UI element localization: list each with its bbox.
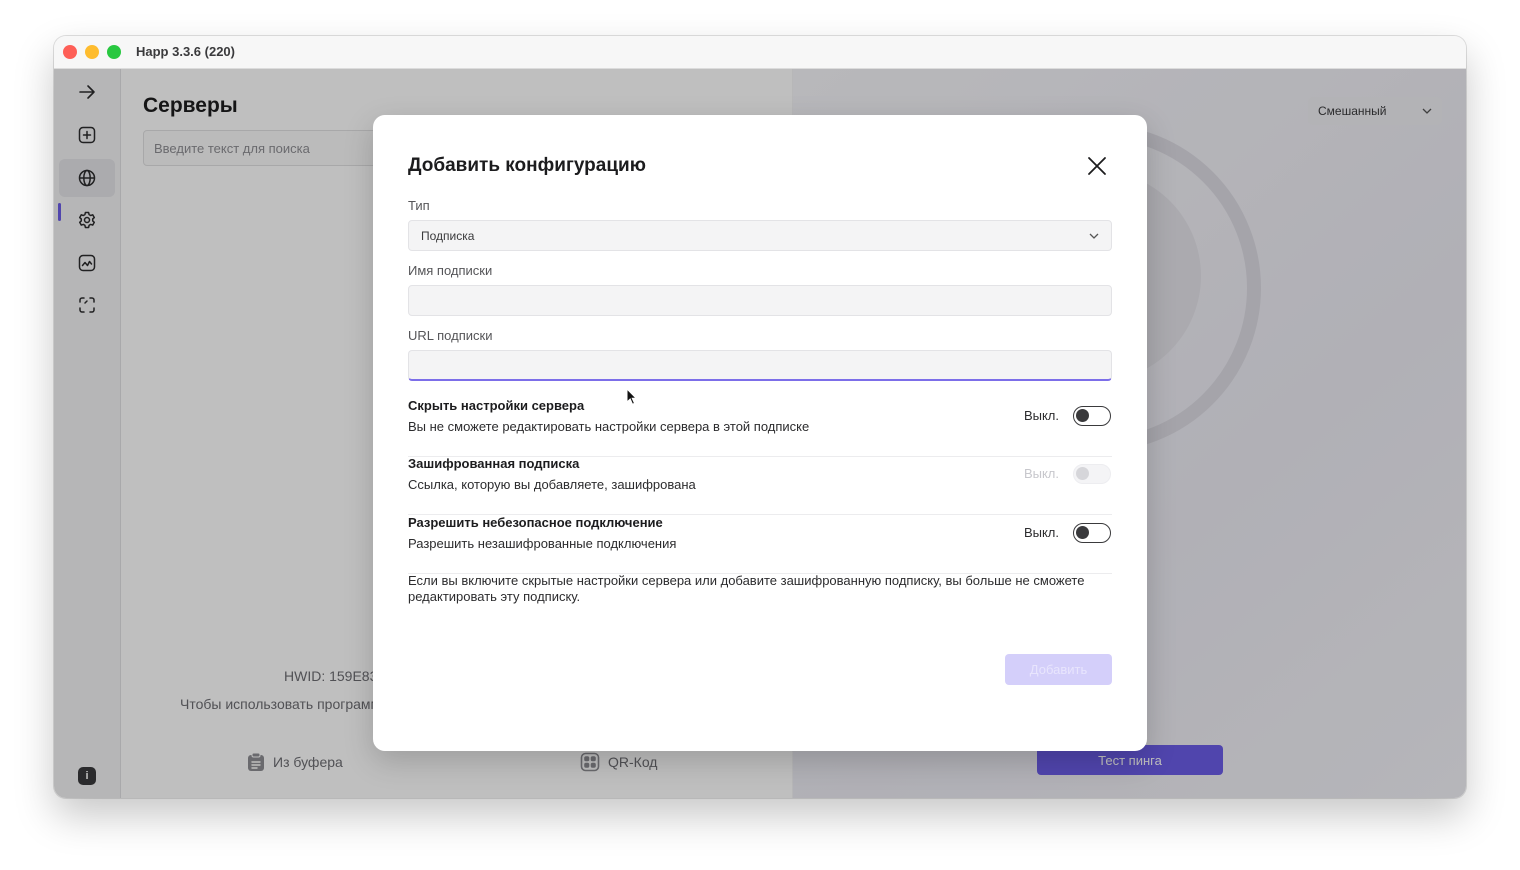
type-select-value: Подписка [421, 228, 475, 243]
maximize-window-button[interactable] [107, 45, 121, 59]
toggle-row-encrypted: Зашифрованная подписка Ссылка, которую в… [408, 456, 1112, 515]
mouse-cursor-icon [626, 388, 638, 405]
toggle-title: Скрыть настройки сервера [408, 398, 585, 413]
encrypted-switch [1073, 464, 1111, 484]
toggle-description: Вы не сможете редактировать настройки се… [408, 419, 810, 434]
title-bar: Happ 3.3.6 (220) [54, 36, 1466, 69]
subscription-name-label: Имя подписки [408, 263, 493, 278]
warning-note: Если вы включите скрытые настройки серве… [408, 573, 1085, 604]
switch-knob [1076, 526, 1089, 539]
type-label: Тип [408, 198, 430, 213]
toggle-state: Выкл. [1023, 525, 1059, 540]
type-select[interactable]: Подписка [408, 220, 1112, 251]
switch-knob [1076, 467, 1089, 480]
minimize-window-button[interactable] [85, 45, 99, 59]
hide-settings-switch[interactable] [1073, 406, 1111, 426]
window-title: Happ 3.3.6 (220) [136, 44, 235, 59]
subscription-url-label: URL подписки [408, 328, 493, 343]
toggle-row-hide-settings: Скрыть настройки сервера Вы не сможете р… [408, 398, 1112, 457]
insecure-connection-switch[interactable] [1073, 523, 1111, 543]
subscription-url-input[interactable] [408, 350, 1112, 381]
toggle-title: Разрешить небезопасное подключение [408, 515, 663, 530]
close-icon[interactable] [1084, 153, 1110, 179]
toggle-title: Зашифрованная подписка [408, 456, 580, 471]
toggle-state: Выкл. [1023, 408, 1059, 423]
dialog-title: Добавить конфигурацию [408, 155, 646, 176]
toggle-row-insecure: Разрешить небезопасное подключение Разре… [408, 515, 1112, 574]
chevron-down-icon [1089, 233, 1099, 239]
add-button[interactable]: Добавить [1005, 654, 1112, 685]
toggle-state: Выкл. [1023, 466, 1059, 481]
close-window-button[interactable] [63, 45, 77, 59]
add-config-dialog: Добавить конфигурацию Тип Подписка Имя п… [373, 115, 1147, 751]
toggle-description: Ссылка, которую вы добавляете, зашифрова… [408, 477, 696, 492]
subscription-name-input[interactable] [408, 285, 1112, 316]
switch-knob [1076, 409, 1089, 422]
toggle-description: Разрешить незашифрованные подключения [408, 536, 677, 551]
